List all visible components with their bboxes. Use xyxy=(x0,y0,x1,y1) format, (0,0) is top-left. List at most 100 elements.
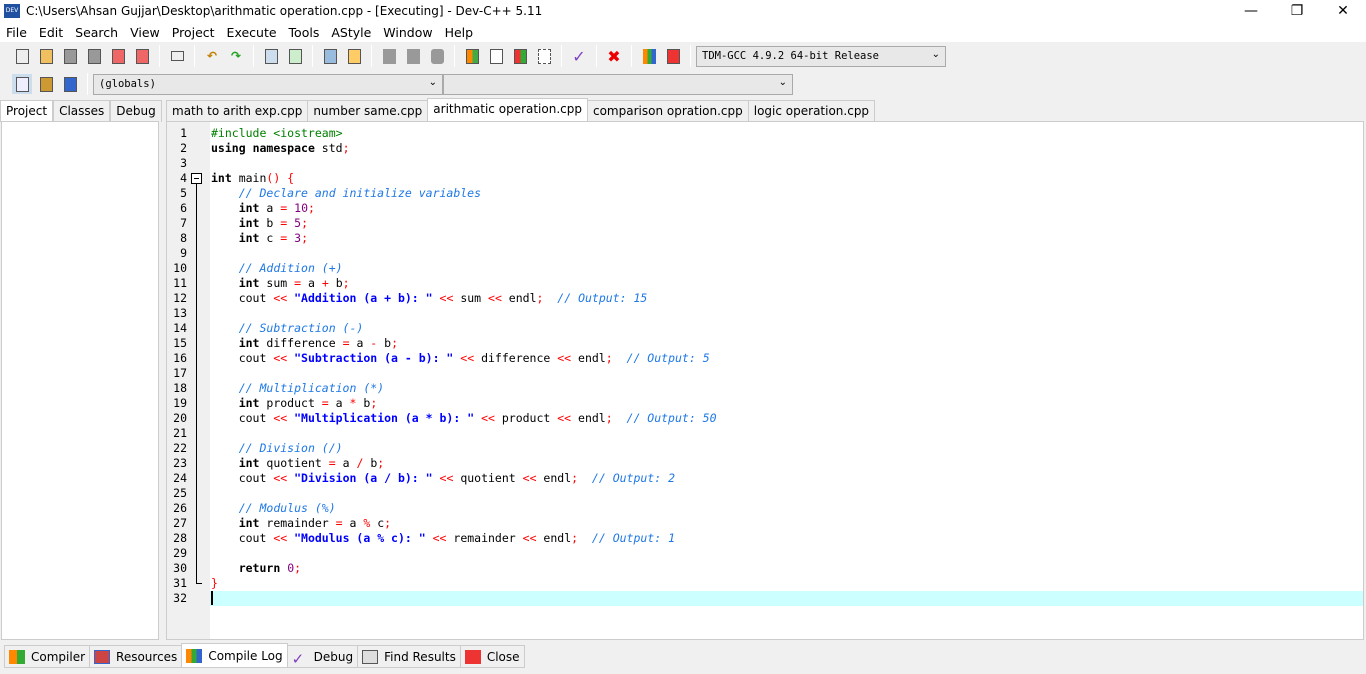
code-token: b xyxy=(356,396,371,410)
devcpp-app-icon: DEV xyxy=(4,4,20,18)
code-line: int a = 10; xyxy=(211,201,315,216)
code-token: << xyxy=(273,531,288,545)
add-to-project-button[interactable] xyxy=(36,74,56,94)
code-token: ; xyxy=(294,561,302,575)
code-token: int xyxy=(238,336,260,350)
bottom-tab-find-results[interactable]: Find Results xyxy=(357,645,461,668)
editor-tab[interactable]: comparison opration.cpp xyxy=(586,100,749,122)
bottom-tab-compiler[interactable]: Compiler xyxy=(4,645,91,668)
menu-execute[interactable]: Execute xyxy=(221,25,283,40)
editor-tab[interactable]: arithmatic operation.cpp xyxy=(427,98,588,122)
menu-astyle[interactable]: AStyle xyxy=(325,25,377,40)
new-project-button[interactable] xyxy=(12,74,32,94)
print-button[interactable] xyxy=(167,46,187,66)
code-token: << xyxy=(273,291,288,305)
line-number: 12 xyxy=(173,291,187,305)
menu-edit[interactable]: Edit xyxy=(33,25,69,40)
undo-button[interactable]: ↶ xyxy=(202,46,222,66)
title-bar: DEV C:\Users\Ahsan Gujjar\Desktop\arithm… xyxy=(0,0,1366,22)
rebuild-all-button[interactable] xyxy=(534,46,554,66)
menu-project[interactable]: Project xyxy=(166,25,221,40)
code-token: ; xyxy=(391,336,399,350)
tab-debug[interactable]: Debug xyxy=(110,100,162,122)
bottom-tab-compile-log[interactable]: Compile Log xyxy=(181,643,288,668)
bottom-tab-debug[interactable]: ✓ Debug xyxy=(286,645,359,668)
menu-tools[interactable]: Tools xyxy=(283,25,326,40)
code-line: int difference = a - b; xyxy=(211,336,398,351)
bottom-tab-resources[interactable]: Resources xyxy=(89,645,183,668)
code-token: b xyxy=(328,276,343,290)
code-token: ; xyxy=(342,276,350,290)
line-number: 25 xyxy=(173,486,187,500)
code-token: } xyxy=(211,576,218,590)
window-title: C:\Users\Ahsan Gujjar\Desktop\arithmatic… xyxy=(26,4,543,18)
project-options-button[interactable] xyxy=(60,74,80,94)
close-all-button[interactable] xyxy=(132,46,152,66)
chevron-down-icon: ⌄ xyxy=(778,76,787,88)
tab-project[interactable]: Project xyxy=(0,100,54,122)
fold-collapse-icon[interactable] xyxy=(191,173,202,184)
code-token: int xyxy=(238,216,260,230)
replace-button[interactable] xyxy=(285,46,305,66)
code-token: cout xyxy=(211,291,274,305)
bottom-tab-close[interactable]: Close xyxy=(459,645,525,668)
code-token: b xyxy=(259,216,281,230)
menu-window[interactable]: Window xyxy=(377,25,438,40)
line-number: 30 xyxy=(173,561,187,575)
goto-line-button[interactable] xyxy=(320,46,340,66)
bottom-tab-label: Compile Log xyxy=(208,648,283,663)
scope-select[interactable]: (globals) ⌄ xyxy=(93,73,443,95)
compiler-select[interactable]: TDM-GCC 4.9.2 64-bit Release ⌄ xyxy=(696,45,946,67)
delete-profile-button[interactable] xyxy=(663,46,683,66)
code-editor[interactable]: 1 #include <iostream> 2 using namespace std… xyxy=(166,121,1364,640)
menu-help[interactable]: Help xyxy=(439,25,480,40)
code-token: std xyxy=(314,141,343,155)
unindent-button[interactable] xyxy=(403,46,423,66)
minimize-button[interactable]: — xyxy=(1228,0,1274,22)
run-button[interactable] xyxy=(486,46,506,66)
menu-file[interactable]: File xyxy=(0,25,33,40)
find-button[interactable] xyxy=(261,46,281,66)
code-token: a xyxy=(335,456,357,470)
close-button[interactable]: ✕ xyxy=(1320,0,1366,22)
code-token: ; xyxy=(377,456,385,470)
close-file-button[interactable] xyxy=(108,46,128,66)
profile-button[interactable] xyxy=(639,46,659,66)
editor-tab[interactable]: number same.cpp xyxy=(307,100,429,122)
save-button[interactable] xyxy=(60,46,80,66)
line-number: 24 xyxy=(173,471,187,485)
toggle-comment-button[interactable] xyxy=(427,46,447,66)
compile-run-button[interactable] xyxy=(510,46,530,66)
line-number: 28 xyxy=(173,531,187,545)
code-token: cout xyxy=(211,471,274,485)
code-token: << xyxy=(488,291,502,305)
save-all-button[interactable] xyxy=(84,46,104,66)
compile-button[interactable] xyxy=(462,46,482,66)
code-token: a xyxy=(342,516,364,530)
current-line-highlight xyxy=(210,591,1363,606)
line-number: 21 xyxy=(173,426,187,440)
new-file-button[interactable] xyxy=(12,46,32,66)
syntax-check-button[interactable]: ✓ xyxy=(569,46,589,66)
tab-classes[interactable]: Classes xyxy=(53,100,111,122)
open-file-button[interactable] xyxy=(36,46,56,66)
toggle-bookmark-button[interactable] xyxy=(344,46,364,66)
redo-button[interactable]: ↷ xyxy=(226,46,246,66)
code-token: endl xyxy=(571,351,606,365)
indent-button[interactable] xyxy=(379,46,399,66)
editor-tab[interactable]: math to arith exp.cpp xyxy=(166,100,309,122)
code-token: int xyxy=(238,231,260,245)
restore-button[interactable]: ❐ xyxy=(1274,0,1320,22)
menu-view[interactable]: View xyxy=(124,25,166,40)
editor-tab[interactable]: logic operation.cpp xyxy=(747,100,876,122)
function-select[interactable]: ⌄ xyxy=(443,73,793,95)
menu-search[interactable]: Search xyxy=(69,25,124,40)
stop-execution-button[interactable]: ✖ xyxy=(604,46,624,66)
code-token: () { xyxy=(266,171,295,185)
